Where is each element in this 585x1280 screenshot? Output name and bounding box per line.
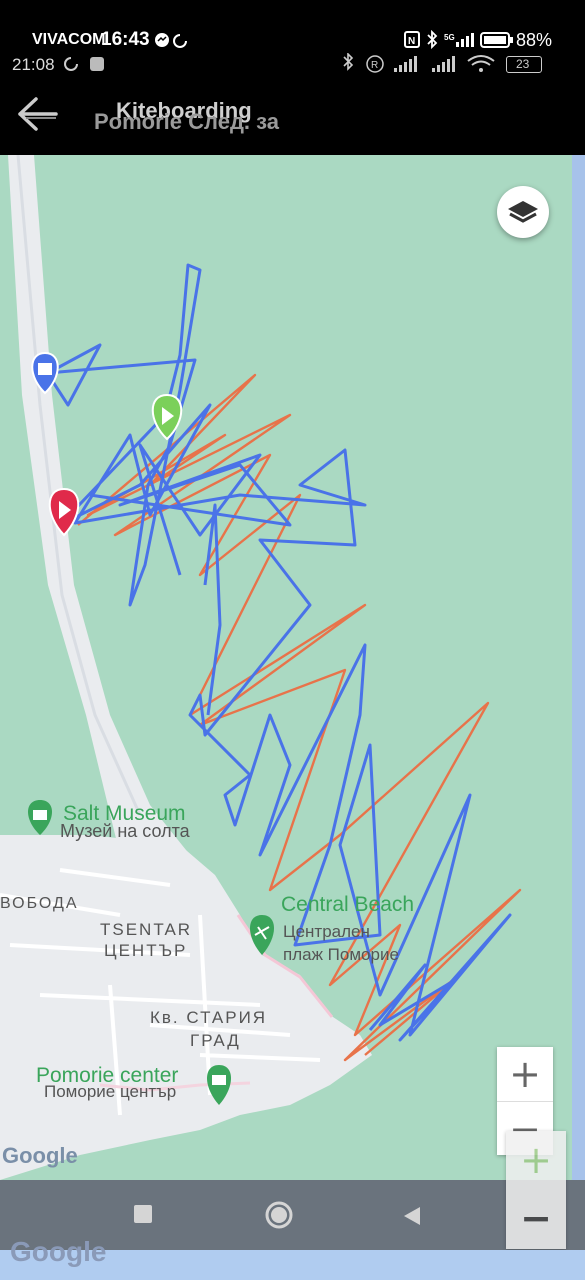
battery-percent: 88% [516, 30, 553, 50]
back-nav-button[interactable] [400, 1204, 424, 1228]
svg-text:R: R [371, 60, 378, 71]
district-svoboda-label: ВОБОДА [0, 895, 79, 912]
right-edge-strip [572, 155, 585, 1250]
nfc-bt-5g-icons: N 5G [404, 30, 474, 50]
battery-icon [480, 32, 513, 48]
messenger-sync-icons [155, 33, 187, 48]
district-stariya-grad-label: Кв. СТАРИЯ [150, 1008, 268, 1027]
recents-button[interactable] [134, 1205, 154, 1225]
square-icon [134, 1205, 152, 1223]
inner-battery-icon: 23 [506, 56, 542, 73]
inner-status-icons [64, 57, 104, 71]
page-subtitle: Pomorie След. за [94, 109, 280, 134]
central-beach-label-bg-2: плаж Поморие [283, 945, 399, 964]
google-logo-bottom: Google [10, 1236, 107, 1267]
start-marker-green[interactable] [151, 393, 183, 441]
inner-signal-icons: R [343, 53, 495, 73]
map-view[interactable]: Salt Museum Музей на солта ВОБОДА TSENTA… [0, 155, 572, 1180]
zoom-controls-ghost: + − [506, 1131, 566, 1249]
zoom-out-ghost-button[interactable]: − [506, 1189, 566, 1247]
district-tsentar-label-bg: ЦЕНТЪР [104, 941, 188, 960]
inner-status-time: 21:08 [12, 55, 55, 74]
svg-text:N: N [408, 36, 415, 47]
salt-museum-label-bg: Музей на солта [60, 821, 190, 841]
central-beach-label-bg-1: Централен [283, 922, 370, 941]
triangle-icon [404, 1207, 420, 1225]
zoom-in-ghost-button[interactable]: + [506, 1131, 566, 1189]
top-bar: VIVACOM 16:43 N 5G 88% 21:08 R 23 Kitebo… [0, 0, 585, 155]
svg-text:5G: 5G [444, 33, 455, 42]
central-beach-label: Central Beach [281, 893, 415, 916]
district-grad-label: ГРАД [190, 1031, 241, 1050]
layers-icon [508, 201, 538, 223]
district-tsentar-label: TSENTAR [100, 920, 193, 939]
back-arrow-icon [18, 97, 58, 131]
back-button[interactable] [12, 92, 62, 136]
google-logo: Google [2, 1143, 78, 1168]
pomorie-center-label-bg: Поморие център [44, 1082, 177, 1101]
salt-museum-pin[interactable] [28, 800, 52, 835]
carrier-label: VIVACOM [32, 31, 106, 48]
home-button[interactable] [264, 1200, 294, 1230]
inner-battery-level: 23 [516, 57, 530, 71]
zoom-in-button[interactable]: + [497, 1047, 553, 1101]
status-time: 16:43 [101, 29, 150, 50]
circle-icon [265, 1201, 293, 1229]
map-canvas [0, 155, 522, 1180]
map-layers-button[interactable] [497, 186, 549, 238]
